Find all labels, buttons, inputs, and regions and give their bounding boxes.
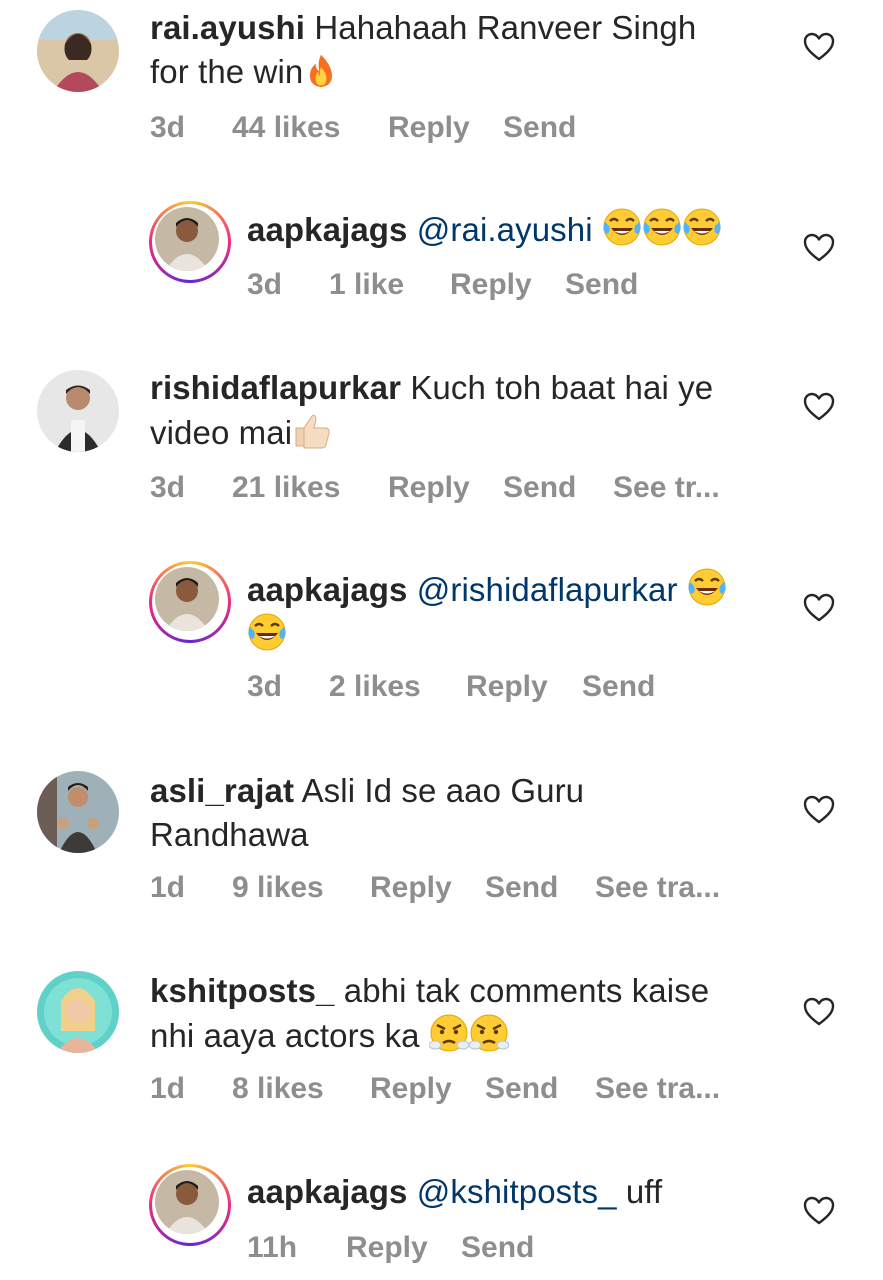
comment-body: abhi tak comments kaise (343, 972, 710, 1009)
comment-body: Asli Id se aao Guru (301, 772, 585, 809)
avatar[interactable] (37, 971, 119, 1053)
comment-text: aapkajags @rishidaflapurkar (247, 567, 727, 657)
avatar-story-ring[interactable] (149, 1164, 231, 1246)
comment-item: asli_rajat Asli Id se aao Guru Randhawa … (0, 763, 883, 923)
comment-body: Hahahaah Ranveer Singh (314, 9, 697, 46)
comment-item: rishidaflapurkar Kuch toh baat hai ye vi… (0, 360, 883, 520)
comment-likes[interactable]: 1 like (329, 267, 404, 303)
heart-outline-icon[interactable] (803, 795, 835, 825)
avatar (155, 567, 219, 631)
comment-body: Kuch toh baat hai ye (410, 369, 714, 406)
comment-body: uff (625, 1173, 663, 1210)
tears-of-joy-emoji (642, 207, 682, 247)
comment-time: 3d (247, 670, 283, 703)
comment-likes[interactable]: 44 likes (232, 110, 340, 146)
comment-likes[interactable]: 21 likes (232, 470, 340, 506)
steam-from-nose-emoji (469, 1013, 509, 1053)
see-translation-button[interactable]: See tra... (595, 870, 720, 906)
avatar (155, 207, 219, 271)
send-button[interactable]: Send (565, 267, 638, 303)
heart-outline-icon[interactable] (803, 32, 835, 62)
mention-link[interactable]: @rai.ayushi (417, 211, 593, 248)
send-button[interactable]: Send (485, 870, 558, 906)
heart-outline-icon[interactable] (803, 233, 835, 263)
comment-time: 1d (150, 1072, 186, 1105)
comment-text: rishidaflapurkar Kuch toh baat hai ye vi… (150, 366, 713, 455)
reply-button[interactable]: Reply (370, 870, 452, 906)
comment-username[interactable]: aapkajags (247, 211, 408, 248)
avatar-story-ring[interactable] (149, 561, 231, 643)
tears-of-joy-emoji (687, 567, 727, 607)
thumbs-up-emoji (292, 410, 332, 450)
see-translation-button[interactable]: See tr... (613, 470, 720, 506)
mention-link[interactable]: @kshitposts_ (417, 1173, 617, 1210)
comment-time: 3d (247, 268, 283, 301)
avatar[interactable] (37, 771, 119, 853)
comment-body-line2: nhi aaya actors ka (150, 1017, 420, 1054)
reply-item: aapkajags @kshitposts_ uff 11h Reply Sen… (0, 1160, 883, 1280)
comment-text: rai.ayushi Hahahaah Ranveer Singh for th… (150, 6, 696, 94)
reply-item: aapkajags @rishidaflapurkar 3d 2 likes R… (0, 555, 883, 725)
steam-from-nose-emoji (429, 1013, 469, 1053)
comment-username[interactable]: rishidaflapurkar (150, 369, 401, 406)
send-button[interactable]: Send (485, 1071, 558, 1107)
comment-likes[interactable]: 2 likes (329, 669, 421, 705)
comment-list: rai.ayushi Hahahaah Ranveer Singh for th… (0, 0, 883, 1280)
tears-of-joy-emoji (682, 207, 722, 247)
heart-outline-icon[interactable] (803, 997, 835, 1027)
comment-time: 1d (150, 871, 186, 904)
avatar[interactable] (37, 10, 119, 92)
comment-item: kshitposts_ abhi tak comments kaise nhi … (0, 965, 883, 1125)
comment-username[interactable]: aapkajags (247, 571, 408, 608)
comment-time: 3d (150, 111, 186, 144)
tears-of-joy-emoji (247, 612, 287, 652)
heart-outline-icon[interactable] (803, 593, 835, 623)
comment-text: kshitposts_ abhi tak comments kaise nhi … (150, 969, 709, 1058)
comment-body-line2: for the win (150, 53, 304, 90)
send-button[interactable]: Send (503, 110, 576, 146)
comment-body-line2: Randhawa (150, 816, 309, 853)
see-translation-button[interactable]: See tra... (595, 1071, 720, 1107)
mention-link[interactable]: @rishidaflapurkar (417, 571, 678, 608)
avatar[interactable] (37, 370, 119, 452)
reply-item: aapkajags @rai.ayushi 3d 1 like Reply Se… (0, 195, 883, 315)
reply-button[interactable]: Reply (370, 1071, 452, 1107)
comment-text: aapkajags @kshitposts_ uff (247, 1170, 662, 1214)
comment-item: rai.ayushi Hahahaah Ranveer Singh for th… (0, 0, 883, 160)
comment-body-line2: video mai (150, 414, 293, 451)
avatar (155, 1170, 219, 1234)
heart-outline-icon[interactable] (803, 392, 835, 422)
comment-text: asli_rajat Asli Id se aao Guru Randhawa (150, 769, 584, 857)
fire-emoji (303, 53, 339, 89)
comment-username[interactable]: asli_rajat (150, 772, 294, 809)
comment-time: 3d (150, 471, 186, 504)
comment-username[interactable]: aapkajags (247, 1173, 408, 1210)
reply-button[interactable]: Reply (346, 1230, 428, 1266)
comment-likes[interactable]: 8 likes (232, 1071, 324, 1107)
send-button[interactable]: Send (582, 669, 655, 705)
comment-time: 11h (247, 1231, 298, 1264)
avatar-story-ring[interactable] (149, 201, 231, 283)
comment-username[interactable]: kshitposts_ (150, 972, 335, 1009)
reply-button[interactable]: Reply (450, 267, 532, 303)
reply-button[interactable]: Reply (466, 669, 548, 705)
send-button[interactable]: Send (461, 1230, 534, 1266)
comment-username[interactable]: rai.ayushi (150, 9, 305, 46)
reply-button[interactable]: Reply (388, 470, 470, 506)
comment-text: aapkajags @rai.ayushi (247, 207, 722, 252)
send-button[interactable]: Send (503, 470, 576, 506)
tears-of-joy-emoji (602, 207, 642, 247)
comment-likes[interactable]: 9 likes (232, 870, 324, 906)
reply-button[interactable]: Reply (388, 110, 470, 146)
heart-outline-icon[interactable] (803, 1196, 835, 1226)
